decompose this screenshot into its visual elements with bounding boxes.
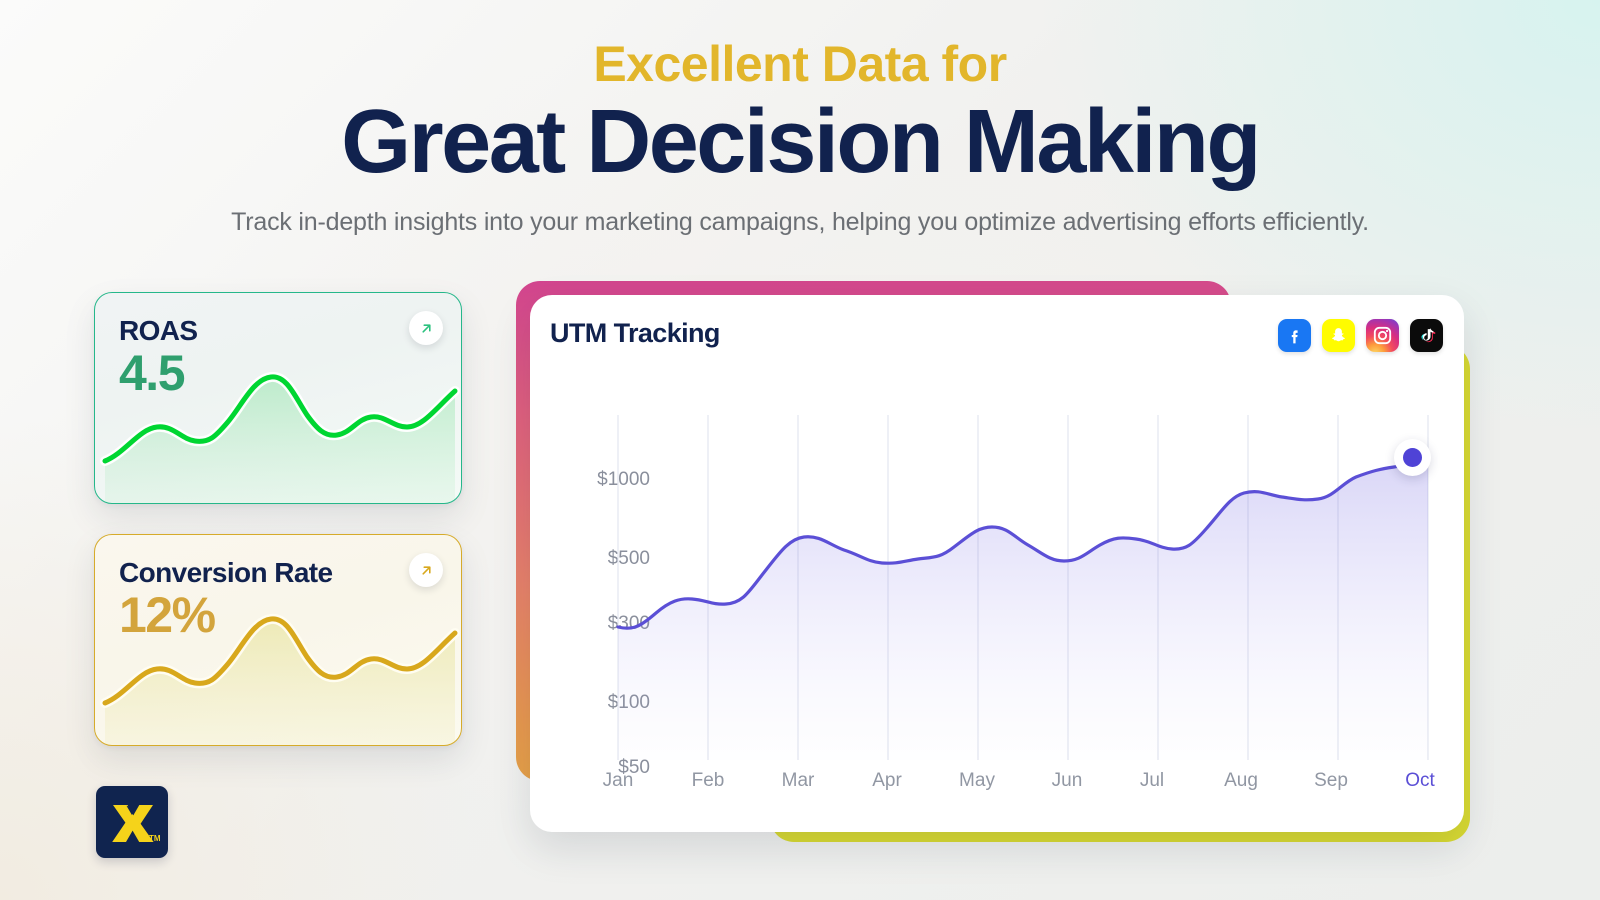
brand-x-icon: TM (112, 805, 160, 843)
metric-value: 4.5 (119, 345, 186, 401)
x-axis-tick-label-apr: Apr (872, 770, 902, 791)
page-title: Great Decision Making (341, 91, 1261, 192)
eyebrow-text: Excellent Data for (593, 36, 1007, 92)
metric-card-conversion-rate[interactable]: Conversion Rate 12% (94, 534, 462, 746)
x-axis-tick-label-mar: Mar (781, 770, 815, 791)
brand-logo[interactable]: TM (96, 786, 168, 858)
facebook-icon (1291, 329, 1298, 343)
x-axis-labels: Jan Feb Mar Apr May Jun Jul Aug Sep Oct (121, 770, 1435, 800)
chart-end-marker-dot (1403, 448, 1422, 467)
x-axis-tick-label-aug: Aug (1224, 770, 1258, 791)
snapchat-icon (1332, 328, 1345, 342)
chart-title: UTM Tracking (550, 318, 720, 348)
metric-value: 12% (119, 587, 216, 643)
utm-area-chart (616, 415, 1430, 760)
roas-expand-button[interactable] (409, 311, 443, 345)
arrow-up-right-icon (421, 565, 431, 575)
header: Excellent Data for Great Decision Making… (0, 0, 1600, 237)
tiktok-icon (1421, 328, 1436, 343)
social-button-instagram[interactable] (1366, 319, 1399, 352)
social-channel-list (1278, 319, 1443, 352)
social-button-snapchat[interactable] (1322, 319, 1355, 352)
x-axis-tick-label-jan: Jan (602, 770, 634, 791)
poster-canvas: Excellent Data for Great Decision Making… (0, 0, 1600, 900)
subtitle-text: Track in-depth insights into your market… (231, 208, 1369, 237)
x-axis-tick-label-feb: Feb (691, 770, 725, 791)
chart-end-marker[interactable] (1394, 439, 1431, 476)
social-button-tiktok[interactable] (1410, 319, 1443, 352)
utm-tracking-card: UTM Tracking $1000 $500 $300 $50 (530, 295, 1464, 832)
arrow-up-right-icon (421, 323, 431, 333)
metric-card-roas[interactable]: ROAS 4.5 (94, 292, 462, 504)
metric-title: Conversion Rate (119, 557, 333, 588)
instagram-icon (1373, 326, 1392, 345)
x-axis-tick-label-oct: Oct (1405, 770, 1435, 791)
chart-area-fill (618, 459, 1428, 760)
conversion-rate-expand-button[interactable] (409, 553, 443, 587)
x-axis-tick-label-may: May (959, 770, 995, 791)
x-axis-tick-label-jul: Jul (1139, 770, 1165, 791)
x-axis-tick-label-sep: Sep (1314, 770, 1348, 791)
x-axis-tick-label-jun: Jun (1051, 770, 1083, 791)
trademark-text: TM (149, 834, 160, 843)
social-button-facebook[interactable] (1278, 319, 1311, 352)
metric-title: ROAS (119, 315, 198, 346)
